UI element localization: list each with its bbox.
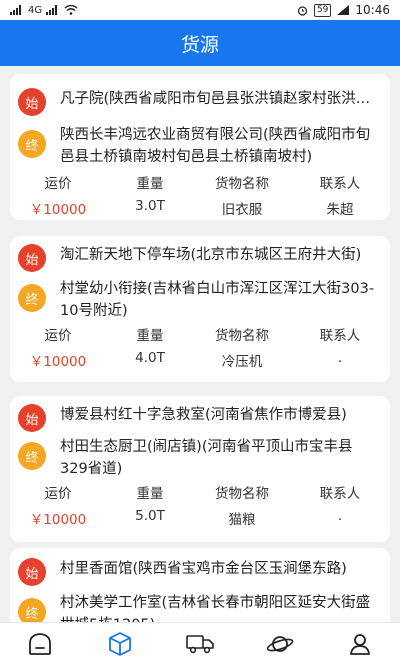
freight-value: ￥10000 — [29, 354, 87, 370]
info-values: ￥10000 3.0T 旧衣服 朱超 — [10, 198, 390, 218]
signal-icon — [46, 5, 58, 15]
end-badge: 终 — [18, 598, 46, 622]
app-header: 货源 — [0, 20, 400, 66]
goods-label: 货物名称 — [215, 486, 269, 502]
goods-value: 旧衣服 — [221, 202, 263, 218]
truck-icon — [186, 635, 214, 654]
end-route: 终 村沐美学工作室(吉林省长春市朝阳区延安大街盛世城5栋1205) — [18, 592, 380, 622]
contact-label: 联系人 — [319, 486, 361, 502]
clock: 10:46 — [355, 3, 390, 17]
end-address: 村沐美学工作室(吉林省长春市朝阳区延安大街盛世城5栋1205) — [60, 595, 371, 622]
nav-home[interactable] — [20, 626, 60, 662]
goods-label: 货物名称 — [215, 176, 269, 192]
end-badge: 终 — [18, 442, 46, 470]
start-address: 淘汇新天地下停车场(北京市东城区王府井大街) — [60, 247, 362, 263]
start-badge: 始 — [18, 558, 46, 586]
weight-label: 重量 — [136, 176, 164, 192]
start-badge: 始 — [18, 244, 46, 272]
nav-truck[interactable] — [180, 626, 220, 662]
info-values: ￥10000 4.0T 冷压机 . — [10, 350, 390, 370]
weight-label: 重量 — [136, 328, 164, 344]
start-route: 始 博爱县村红十字急救室(河南省焦作市博爱县) — [18, 404, 380, 432]
weight-value: 4.0T — [135, 350, 165, 366]
status-bar: 4G 59 10:46 — [0, 0, 400, 20]
battery-indicator: 59 — [313, 3, 332, 17]
start-address: 博爱县村红十字急救室(河南省焦作市博爱县) — [60, 407, 347, 423]
network-label: 4G — [28, 4, 43, 16]
contact-value: . — [337, 508, 343, 524]
planet-icon — [266, 636, 294, 652]
info-labels: 运价 重量 货物名称 联系人 — [10, 172, 390, 192]
contact-value: 朱超 — [326, 202, 354, 218]
cargo-card[interactable]: 始 村里香面馆(陕西省宝鸡市金台区玉涧堡东路) 终 村沐美学工作室(吉林省长春市… — [10, 548, 390, 622]
status-right: 59 10:46 — [297, 3, 390, 17]
end-badge: 终 — [18, 130, 46, 158]
goods-value: 冷压机 — [221, 354, 263, 370]
freight-label: 运价 — [44, 176, 72, 192]
signal-icon — [337, 5, 350, 15]
end-address: 村堂幼小衔接(吉林省白山市浑江区浑江大街303-10号附近) — [60, 281, 375, 319]
end-address: 村田生态厨卫(闹店镇)(河南省平顶山市宝丰县329省道) — [60, 439, 353, 477]
freight-label: 运价 — [44, 486, 72, 502]
user-icon — [350, 634, 370, 655]
cargo-card[interactable]: 始 凡子院(陕西省咸阳市旬邑县张洪镇赵家村张洪镇赵家村) 终 陕西长丰鸿远农业商… — [10, 74, 390, 220]
page-title: 货源 — [180, 33, 219, 56]
end-route: 终 村堂幼小衔接(吉林省白山市浑江区浑江大街303-10号附近) — [18, 278, 380, 322]
end-badge: 终 — [18, 284, 46, 312]
start-address: 村里香面馆(陕西省宝鸡市金台区玉涧堡东路) — [60, 561, 347, 577]
status-left: 4G — [10, 5, 78, 16]
nav-cargo[interactable] — [100, 626, 140, 662]
end-route: 终 村田生态厨卫(闹店镇)(河南省平顶山市宝丰县329省道) — [18, 436, 380, 480]
contact-label: 联系人 — [319, 176, 361, 192]
end-address: 陕西长丰鸿远农业商贸有限公司(陕西省咸阳市旬邑县土桥镇南坡村旬邑县土桥镇南坡村) — [60, 127, 371, 165]
freight-value: ￥10000 — [29, 202, 87, 218]
info-labels: 运价 重量 货物名称 联系人 — [10, 482, 390, 502]
weight-value: 5.0T — [135, 508, 165, 524]
cargo-list[interactable]: 始 凡子院(陕西省咸阳市旬邑县张洪镇赵家村张洪镇赵家村) 终 陕西长丰鸿远农业商… — [0, 66, 400, 622]
info-values: ￥10000 5.0T 猫粮 . — [10, 508, 390, 528]
signal-icon — [10, 5, 21, 15]
start-badge: 始 — [18, 88, 46, 116]
alarm-icon — [297, 5, 308, 16]
freight-value: ￥10000 — [29, 512, 87, 528]
bottom-nav — [0, 622, 400, 665]
start-badge: 始 — [18, 404, 46, 432]
start-route: 始 淘汇新天地下停车场(北京市东城区王府井大街) — [18, 244, 380, 272]
weight-label: 重量 — [136, 486, 164, 502]
box-icon — [109, 632, 131, 656]
contact-label: 联系人 — [319, 328, 361, 344]
start-route: 始 村里香面馆(陕西省宝鸡市金台区玉涧堡东路) — [18, 558, 380, 586]
start-route: 始 凡子院(陕西省咸阳市旬邑县张洪镇赵家村张洪镇赵家村) — [18, 88, 380, 116]
wifi-icon — [64, 5, 78, 15]
cargo-card[interactable]: 始 淘汇新天地下停车场(北京市东城区王府井大街) 终 村堂幼小衔接(吉林省白山市… — [10, 236, 390, 382]
cargo-card[interactable]: 始 博爱县村红十字急救室(河南省焦作市博爱县) 终 村田生态厨卫(闹店镇)(河南… — [10, 396, 390, 542]
nav-profile[interactable] — [340, 626, 380, 662]
freight-label: 运价 — [44, 328, 72, 344]
info-labels: 运价 重量 货物名称 联系人 — [10, 324, 390, 344]
nav-discover[interactable] — [260, 626, 300, 662]
weight-value: 3.0T — [135, 198, 165, 214]
home-icon — [29, 633, 51, 655]
start-address: 凡子院(陕西省咸阳市旬邑县张洪镇赵家村张洪镇赵家村) — [60, 91, 372, 107]
end-route: 终 陕西长丰鸿远农业商贸有限公司(陕西省咸阳市旬邑县土桥镇南坡村旬邑县土桥镇南坡… — [18, 124, 380, 168]
goods-label: 货物名称 — [215, 328, 269, 344]
contact-value: . — [337, 350, 343, 366]
goods-value: 猫粮 — [228, 512, 256, 528]
